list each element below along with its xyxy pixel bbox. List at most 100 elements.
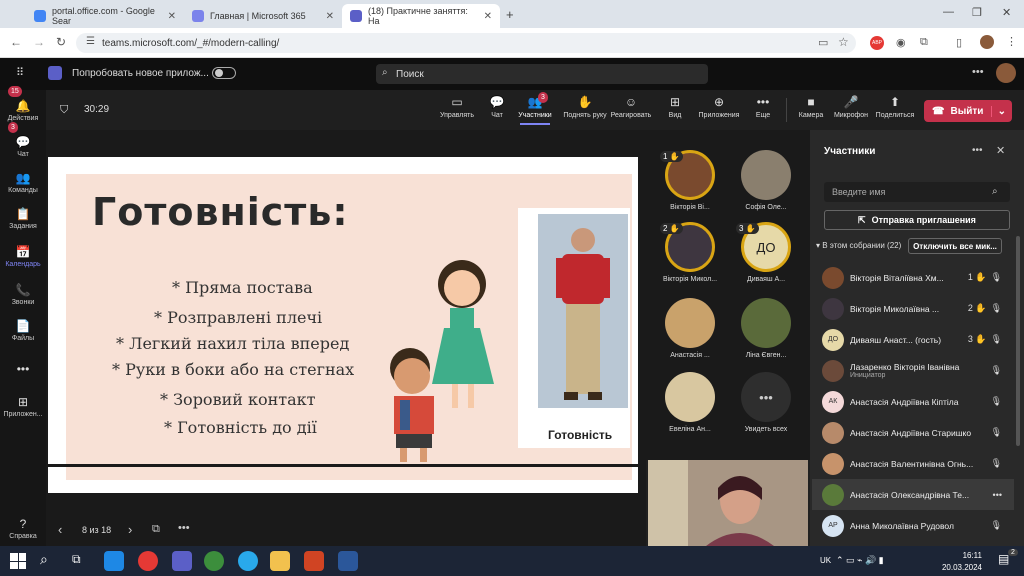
tray-icons[interactable]: ⌃ ▭ ⌁ 🔊 ▮: [836, 555, 884, 566]
participant-row[interactable]: Лазаренко Вікторія Іванівна Инициатор 🎙: [812, 355, 1014, 386]
site-info-icon[interactable]: ☰: [86, 36, 95, 47]
browser-tab-m365[interactable]: Главная | Microsoft 365 ✕: [184, 4, 342, 28]
participant-tile[interactable]: Анастасія ...: [650, 298, 730, 359]
rail-item-more[interactable]: •••: [0, 352, 46, 388]
window-close-icon[interactable]: ✕: [1002, 6, 1011, 19]
panel-scrollbar[interactable]: [1016, 236, 1020, 446]
start-icon[interactable]: [10, 553, 26, 569]
participant-row[interactable]: Анастасія Олександрівна Те... •••: [812, 479, 1014, 510]
toolbar-share-button[interactable]: ⬆ Поделиться: [872, 95, 918, 119]
forward-icon[interactable]: →: [33, 35, 45, 49]
name-search-input[interactable]: Введите имя: [824, 182, 1010, 202]
participant-row[interactable]: Вікторія Віталіївна Хм... 1 ✋ 🎙: [812, 262, 1014, 293]
extensions-icon[interactable]: ⧉: [920, 36, 928, 49]
profile-avatar[interactable]: [980, 35, 994, 49]
bookmark-star-icon[interactable]: ☆: [838, 35, 849, 49]
toolbar-react-button[interactable]: ☺ Реагировать: [608, 95, 654, 119]
powerpoint-icon[interactable]: [304, 551, 324, 571]
mic-off-icon[interactable]: 🎙: [991, 334, 1002, 345]
extension-globe-icon[interactable]: ◉: [896, 36, 906, 49]
more-icon[interactable]: •••: [993, 490, 1002, 500]
reload-icon[interactable]: ↻: [56, 35, 66, 49]
toolbar-raise-hand-button[interactable]: ✋ Поднять руку: [562, 95, 608, 119]
sidebar-icon[interactable]: ▯: [956, 36, 962, 49]
close-icon[interactable]: ✕: [168, 11, 176, 22]
app-launcher-icon[interactable]: ⠿: [16, 66, 24, 79]
chrome-icon[interactable]: [204, 551, 224, 571]
participant-row[interactable]: ДО Диваяш Анаст... (гость) 3 ✋ 🎙: [812, 324, 1014, 355]
rail-item-calendar[interactable]: 📅 Календарь: [0, 238, 46, 274]
close-icon[interactable]: ✕: [996, 144, 1005, 157]
rail-item-assignments[interactable]: 📋 Задания: [0, 200, 46, 236]
user-avatar[interactable]: [996, 63, 1016, 83]
rail-item-phone[interactable]: 📞 Звонки: [0, 276, 46, 312]
participant-row[interactable]: Вікторія Миколаївна ... 2 ✋ 🎙: [812, 293, 1014, 324]
camera-blocked-icon[interactable]: ▭: [818, 36, 828, 49]
language-indicator[interactable]: UK: [820, 556, 831, 565]
more-icon[interactable]: •••: [972, 66, 984, 78]
task-view-icon[interactable]: ⧉: [72, 552, 81, 567]
browser-tab-google[interactable]: portal.office.com - Google Sear ✕: [26, 4, 184, 28]
participant-row[interactable]: Анастасія Валентинівна Огнь... 🎙: [812, 448, 1014, 479]
back-icon[interactable]: ←: [10, 35, 22, 49]
rail-item-files[interactable]: 📄 Файлы: [0, 312, 46, 348]
word-icon[interactable]: [338, 551, 358, 571]
close-icon[interactable]: ✕: [326, 11, 334, 22]
teams-taskbar-icon[interactable]: [172, 551, 192, 571]
clock-time[interactable]: 16:11: [948, 551, 982, 560]
see-all-button[interactable]: ••• Увидеть всех: [726, 372, 806, 433]
rail-item-teams[interactable]: 👥 Команды: [0, 164, 46, 200]
new-tab-icon[interactable]: +: [506, 7, 514, 22]
opera-icon[interactable]: [138, 551, 158, 571]
telegram-icon[interactable]: [238, 551, 258, 571]
file-explorer-icon[interactable]: [270, 551, 290, 571]
mic-off-icon[interactable]: 🎙: [991, 458, 1002, 469]
mic-off-icon[interactable]: 🎙: [991, 520, 1002, 531]
mic-off-icon[interactable]: 🎙: [991, 396, 1002, 407]
chevron-down-icon[interactable]: ⌄: [990, 105, 1006, 117]
slide-grid-icon[interactable]: ⧉: [152, 523, 160, 536]
participant-tile[interactable]: ДО 3 ✋ Диваяш А...: [726, 222, 806, 283]
new-teams-toggle[interactable]: [212, 67, 236, 79]
menu-dots-icon[interactable]: ⋮: [1006, 35, 1017, 48]
minimize-icon[interactable]: —: [943, 6, 954, 18]
rail-item-help[interactable]: ? Справка: [0, 510, 46, 546]
prev-slide-icon[interactable]: ‹: [58, 522, 62, 537]
mic-off-icon[interactable]: 🎙: [991, 303, 1002, 314]
mic-off-icon[interactable]: 🎙: [991, 365, 1002, 376]
mic-off-icon[interactable]: 🎙: [991, 272, 1002, 283]
browser-tab-teams[interactable]: (18) Практичне заняття: На ✕: [342, 4, 500, 28]
next-slide-icon[interactable]: ›: [128, 522, 132, 537]
search-input[interactable]: Поиск: [376, 64, 708, 84]
send-invite-button[interactable]: ⇱ Отправка приглашения: [824, 210, 1010, 230]
rail-item-apps[interactable]: ⊞ Приложен...: [0, 388, 46, 424]
mute-all-button[interactable]: Отключить все мик...: [908, 238, 1002, 254]
participant-tile[interactable]: 2 ✋ Вікторія Микол...: [650, 222, 730, 283]
participant-row[interactable]: АР Анна Миколаївна Рудовол 🎙: [812, 510, 1014, 541]
toolbar-people-button[interactable]: 👥 3 Участники: [512, 92, 558, 125]
leave-button[interactable]: ☎ Выйти ⌄: [924, 100, 1012, 122]
toolbar-more-button[interactable]: ••• Еще: [740, 95, 786, 119]
edge-icon[interactable]: [104, 551, 124, 571]
maximize-icon[interactable]: ❐: [972, 6, 982, 19]
rail-item-chat[interactable]: 💬 3 Чат: [0, 122, 46, 164]
participant-tile[interactable]: 1 ✋ Вікторія Ві...: [650, 150, 730, 211]
more-icon[interactable]: •••: [972, 145, 983, 156]
in-meeting-section[interactable]: ▾ В этом собрании (22): [816, 241, 901, 250]
participant-row[interactable]: Анастасія Андріївна Старишко 🎙: [812, 417, 1014, 448]
toolbar-mic-button[interactable]: 🎤 Микрофон: [828, 95, 874, 119]
participant-tile[interactable]: Евеліна Ан...: [650, 372, 730, 433]
url-field[interactable]: teams.microsoft.com/_#/modern-calling/: [76, 33, 856, 53]
adblock-icon[interactable]: ABP: [870, 36, 884, 50]
search-icon[interactable]: ⌕: [40, 551, 48, 568]
participant-tile[interactable]: Ліна Євген...: [726, 298, 806, 359]
close-icon[interactable]: ✕: [484, 11, 492, 22]
clock-date[interactable]: 20.03.2024: [936, 563, 982, 572]
participant-row[interactable]: АК Анастасія Андріївна Кіптіла 🎙: [812, 386, 1014, 417]
rail-item-bell[interactable]: 🔔 15 Действия: [0, 86, 46, 128]
mic-off-icon[interactable]: 🎙: [991, 427, 1002, 438]
toolbar-add-app-button[interactable]: ⊕ Приложения: [696, 95, 742, 119]
toolbar-view-button[interactable]: ⊞ Вид: [652, 95, 698, 119]
more-icon[interactable]: •••: [178, 522, 190, 534]
participant-tile[interactable]: Софія Оле...: [726, 150, 806, 211]
